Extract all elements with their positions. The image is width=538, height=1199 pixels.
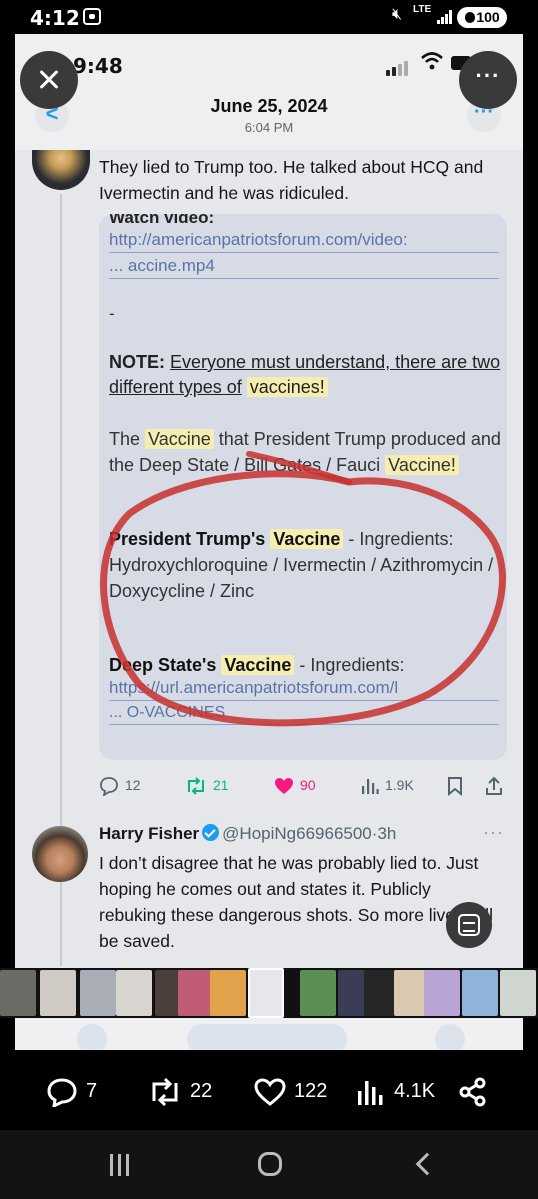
bookmark-button[interactable] (447, 772, 469, 798)
thumbnail[interactable] (424, 970, 460, 1016)
reply-author-line: Harry Fisher @HopiNg66966500·3h (99, 824, 509, 844)
red-circle-annotation (100, 451, 506, 727)
inner-status-bar: 9:48 (15, 34, 523, 94)
author-handle[interactable]: @HopiNg66966500 (222, 824, 372, 843)
thumbnail-selected[interactable] (248, 968, 284, 1018)
share-button[interactable] (485, 772, 509, 798)
comment-icon (47, 1078, 77, 1109)
likes-count: 122 (294, 1080, 328, 1102)
comments-button[interactable]: 7 (46, 1076, 98, 1109)
scan-text-button[interactable] (446, 902, 492, 948)
thumbnail[interactable] (210, 970, 246, 1016)
reply-count: 12 (125, 777, 141, 793)
heart-icon (254, 1078, 286, 1106)
bottom-stats-bar: 7 22 122 4.1K (0, 1050, 538, 1130)
recent-apps-button[interactable] (108, 1154, 132, 1176)
thumbnail[interactable] (462, 970, 498, 1016)
inner-signal-icon (386, 58, 410, 76)
screenshot-content: 9:48 < June 25, 2024 6:04 PM ··· They li… (15, 34, 523, 1050)
tweet-date: June 25, 2024 (210, 96, 328, 116)
share-icon (459, 1077, 486, 1107)
repost-count: 21 (213, 777, 229, 793)
share-icon (486, 776, 502, 796)
comment-icon (100, 777, 118, 798)
views-button[interactable]: 4.1K (356, 1076, 435, 1106)
reply-actions: 12 21 90 1.9K (99, 772, 509, 798)
thumbnail[interactable] (0, 970, 36, 1016)
views-count: 1.9K (385, 777, 414, 793)
author-name[interactable]: Harry Fisher (99, 824, 199, 843)
battery-indicator: 100 (457, 7, 507, 28)
comments-count: 7 (86, 1080, 98, 1102)
views-count: 4.1K (394, 1080, 436, 1102)
heart-icon (275, 778, 293, 795)
scan-text-icon (458, 914, 480, 936)
like-button[interactable]: 90 (274, 772, 316, 798)
views-icon (362, 779, 379, 795)
tweet-header: < June 25, 2024 6:04 PM ··· (15, 94, 523, 150)
embedded-image[interactable]: Watch video: http://americanpatriotsforu… (99, 214, 507, 760)
thumbnail[interactable] (116, 970, 152, 1016)
avatar[interactable] (32, 826, 88, 882)
status-time: 4:12 (30, 6, 80, 30)
inner-status-time: 9:48 (73, 54, 123, 78)
bookmark-icon (448, 777, 462, 797)
repost-button[interactable]: 21 (185, 772, 229, 798)
reposts-button[interactable]: 22 (148, 1076, 212, 1106)
mute-icon: 🔇︎ (392, 6, 403, 23)
like-count: 90 (300, 777, 316, 793)
back-button[interactable] (415, 1152, 439, 1176)
thumbnail[interactable] (178, 970, 214, 1016)
close-button[interactable] (20, 51, 78, 109)
repost-icon (152, 1077, 178, 1106)
screen-record-icon (83, 8, 101, 25)
lte-indicator: LTE (413, 4, 432, 15)
thumbnail[interactable] (500, 970, 536, 1016)
reply-text: I don’t disagree that he was probably li… (99, 853, 493, 951)
reply-button[interactable]: 12 (99, 772, 141, 798)
image-viewer: 9:48 < June 25, 2024 6:04 PM ··· They li… (0, 34, 538, 1050)
views-icon (358, 1080, 383, 1105)
reposts-count: 22 (190, 1080, 213, 1102)
views-button[interactable]: 1.9K (361, 772, 414, 798)
post-age: 3h (377, 824, 397, 843)
thumbnail[interactable] (300, 970, 336, 1016)
phone-status-bar: 4:12 🔇︎ LTE 100 (0, 0, 538, 34)
verified-badge-icon (202, 824, 220, 841)
repost-icon (188, 777, 204, 796)
thumbnail-strip[interactable] (0, 968, 538, 1018)
thumbnail[interactable] (80, 970, 116, 1016)
ghost-toolbar (15, 1018, 523, 1050)
likes-button[interactable]: 122 (254, 1076, 327, 1106)
more-icon[interactable]: ··· (483, 822, 504, 843)
reply-text: They lied to Trump too. He talked about … (99, 157, 484, 203)
system-navigation-bar (0, 1130, 538, 1199)
signal-icon (437, 10, 452, 24)
share-button[interactable] (458, 1076, 496, 1107)
wifi-icon (421, 52, 443, 70)
tweet-time: 6:04 PM (244, 120, 294, 135)
menu-button[interactable]: ··· (459, 51, 517, 109)
avatar[interactable] (32, 150, 90, 190)
home-button[interactable] (258, 1152, 282, 1176)
thumbnail[interactable] (40, 970, 76, 1016)
